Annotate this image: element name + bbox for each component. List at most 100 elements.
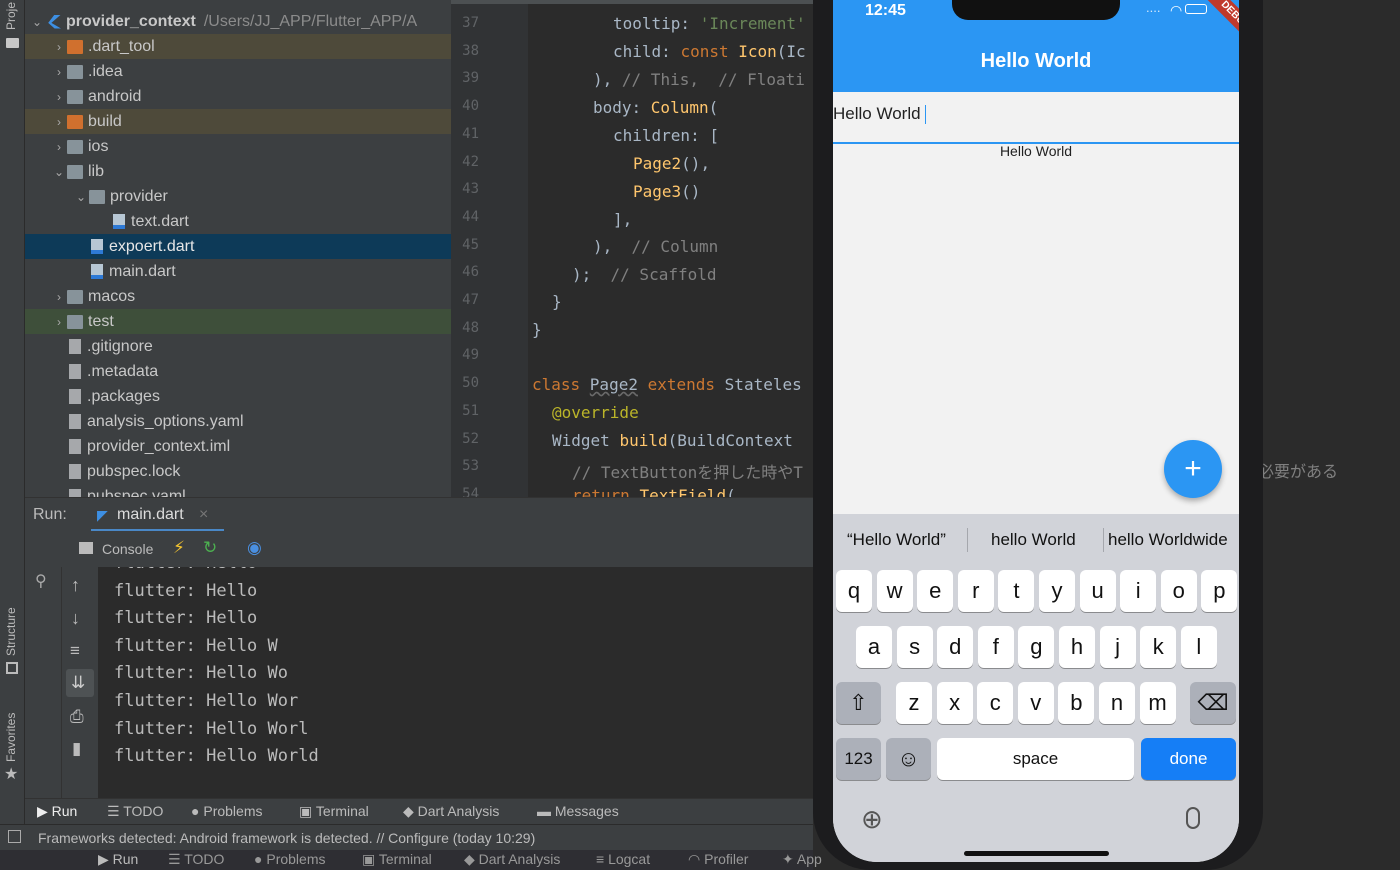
shift-key[interactable]: ⇧ [836, 682, 881, 724]
key-l[interactable]: l [1180, 626, 1217, 668]
key-c[interactable]: c [977, 682, 1014, 724]
key-z[interactable]: z [896, 682, 932, 724]
key-b[interactable]: b [1058, 682, 1095, 724]
chevron-down-icon[interactable]: ⌄ [29, 15, 45, 29]
globe-icon[interactable]: ⊕ [861, 804, 883, 835]
favorites-tool-tab[interactable]: Favorites [4, 713, 18, 762]
chevron-right-icon[interactable]: › [51, 40, 67, 54]
trash-icon[interactable]: ▮ [72, 739, 81, 759]
key-x[interactable]: x [936, 682, 973, 724]
key-w[interactable]: w [876, 570, 913, 612]
chevron-right-icon[interactable]: › [51, 65, 67, 79]
suggestion-1[interactable]: “Hello World” [847, 530, 946, 550]
key-e[interactable]: e [917, 570, 954, 612]
suggestion-3[interactable]: hello Worldwide [1108, 530, 1228, 550]
chevron-right-icon[interactable]: › [51, 140, 67, 154]
run-tab-main[interactable]: main.dart [117, 506, 184, 524]
key-t[interactable]: t [998, 570, 1035, 612]
key-y[interactable]: y [1039, 570, 1075, 612]
messages-tool-tab[interactable]: ▬ Messages [537, 803, 619, 819]
emoji-key[interactable]: ☺ [886, 738, 931, 780]
text-field[interactable]: Hello World [833, 104, 1239, 144]
tree-item[interactable]: pubspec.yaml [25, 484, 451, 497]
space-key[interactable]: space [937, 738, 1134, 780]
key-i[interactable]: i [1120, 570, 1157, 612]
logcat-tool-tab[interactable]: ≡ Logcat [596, 851, 650, 867]
terminal-tool-tab-2[interactable]: ▣ Terminal [362, 851, 432, 868]
tree-item[interactable]: › macos [25, 284, 451, 309]
arrow-down-icon[interactable]: ↓ [71, 608, 80, 629]
key-h[interactable]: h [1059, 626, 1095, 668]
key-n[interactable]: n [1099, 682, 1135, 724]
tree-item[interactable]: text.dart [25, 209, 451, 234]
todo-tool-tab[interactable]: ☰ TODO [107, 803, 163, 820]
key-j[interactable]: j [1099, 626, 1136, 668]
tree-item[interactable]: ⌄ provider [25, 184, 451, 209]
pin-icon[interactable]: ⚲ [35, 571, 47, 591]
chevron-down-icon[interactable]: ⌄ [51, 165, 67, 179]
tree-item[interactable]: › .idea [25, 59, 451, 84]
tree-item[interactable]: .metadata [25, 359, 451, 384]
run-tool-tab[interactable]: ▶ Run [37, 803, 77, 820]
console-tab[interactable]: Console [102, 541, 153, 557]
code-editor[interactable]: 37 38 39 40 41 42 43 44 45 46 47 48 49 50 51 52 53 54 too… [451, 0, 813, 497]
tree-item[interactable]: provider_context.iml [25, 434, 451, 459]
app-tool-tab[interactable]: ✦ App [782, 851, 822, 868]
todo-tool-tab-2[interactable]: ☰ TODO [168, 851, 224, 868]
key-r[interactable]: r [957, 570, 994, 612]
chevron-right-icon[interactable]: › [51, 290, 67, 304]
key-o[interactable]: o [1160, 570, 1197, 612]
tree-item[interactable]: pubspec.lock [25, 459, 451, 484]
tree-item[interactable]: › ios [25, 134, 451, 159]
chevron-right-icon[interactable]: › [51, 115, 67, 129]
key-s[interactable]: s [896, 626, 933, 668]
key-m[interactable]: m [1139, 682, 1176, 724]
tree-item[interactable]: › test [25, 309, 451, 334]
tree-item[interactable]: ⌄ provider_context/Users/JJ_APP/Flutter_A… [25, 9, 451, 34]
tree-item[interactable]: ⌄ lib [25, 159, 451, 184]
close-tab-icon[interactable]: × [199, 506, 208, 524]
tree-item[interactable]: › build [25, 109, 451, 134]
structure-tool-tab[interactable]: Structure [4, 607, 18, 656]
tree-item[interactable]: main.dart [25, 259, 451, 284]
key-f[interactable]: f [977, 626, 1014, 668]
key-k[interactable]: k [1140, 626, 1177, 668]
key-v[interactable]: v [1017, 682, 1054, 724]
tree-item[interactable]: analysis_options.yaml [25, 409, 451, 434]
tree-item[interactable]: .packages [25, 384, 451, 409]
hot-reload-icon[interactable]: ⚡ [173, 538, 185, 558]
suggestion-2[interactable]: hello World [991, 530, 1076, 550]
dart-analysis-tool-tab-2[interactable]: ◆ Dart Analysis [464, 851, 560, 868]
key-p[interactable]: p [1201, 570, 1238, 612]
delete-key[interactable]: ⌫ [1190, 682, 1236, 724]
devtools-icon[interactable]: ◉ [247, 538, 262, 558]
run-tool-tab-2[interactable]: ▶ Run [98, 851, 138, 868]
done-key[interactable]: done [1141, 738, 1236, 780]
profiler-tool-tab[interactable]: ◠ Profiler [688, 851, 748, 868]
hot-restart-icon[interactable]: ↻ [203, 538, 217, 558]
numbers-key[interactable]: 123 [836, 738, 881, 780]
dart-analysis-tool-tab[interactable]: ◆ Dart Analysis [403, 803, 499, 820]
key-a[interactable]: a [856, 626, 892, 668]
increment-fab[interactable]: + [1164, 440, 1222, 498]
key-u[interactable]: u [1079, 570, 1116, 612]
soft-wrap-icon[interactable]: ≡ [70, 641, 80, 661]
chevron-right-icon[interactable]: › [51, 90, 67, 104]
tree-item[interactable]: › android [25, 84, 451, 109]
arrow-up-icon[interactable]: ↑ [71, 575, 80, 596]
problems-tool-tab[interactable]: ● Problems [191, 803, 263, 819]
status-message[interactable]: Frameworks detected: Android framework i… [38, 830, 535, 846]
problems-tool-tab-2[interactable]: ● Problems [254, 851, 326, 867]
microphone-icon[interactable] [1186, 807, 1200, 829]
tree-item[interactable]: .gitignore [25, 334, 451, 359]
print-icon[interactable]: ⎙ [70, 707, 84, 727]
tree-item[interactable]: expoert.dart [25, 234, 451, 259]
key-g[interactable]: g [1018, 626, 1055, 668]
chevron-down-icon[interactable]: ⌄ [73, 190, 89, 204]
project-tool-tab[interactable]: Proje [4, 2, 18, 30]
key-q[interactable]: q [836, 570, 872, 612]
layout-icon[interactable] [8, 830, 21, 843]
terminal-tool-tab[interactable]: ▣ Terminal [299, 803, 369, 820]
tree-item[interactable]: › .dart_tool [25, 34, 451, 59]
key-d[interactable]: d [937, 626, 974, 668]
